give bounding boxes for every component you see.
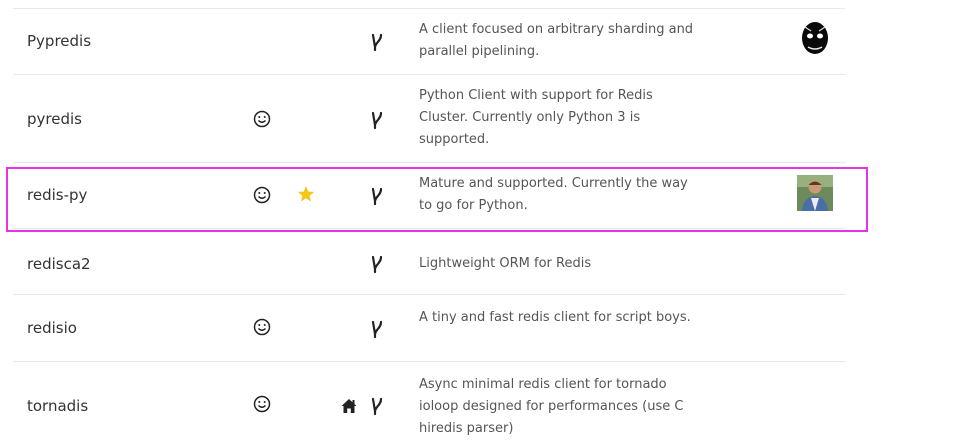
table-row: tornadis Async minimal redis client for … (13, 361, 845, 440)
home-icon[interactable] (341, 398, 357, 414)
smile-icon (253, 110, 271, 128)
client-name[interactable]: tornadis (27, 397, 88, 415)
client-name[interactable]: redis-py (27, 186, 87, 204)
client-description: Lightweight ORM for Redis (419, 256, 592, 271)
smile-icon (253, 318, 271, 336)
table-row: redisio A tiny and fast redis client for… (13, 294, 845, 361)
client-description: A client focused on arbitrary sharding a… (419, 22, 694, 59)
fork-icon[interactable] (370, 255, 384, 273)
client-description: Mature and supported. Currently the way … (419, 176, 688, 213)
table-row: pyredis Python Client with support for R… (13, 74, 845, 162)
avatar[interactable] (797, 175, 833, 211)
client-description: Async minimal redis client for tornado i… (419, 377, 684, 436)
client-description: A tiny and fast redis client for script … (419, 310, 691, 325)
client-name[interactable]: pyredis (27, 110, 82, 128)
avatar[interactable] (797, 21, 833, 57)
smile-icon (253, 395, 271, 413)
client-name[interactable]: redisca2 (27, 255, 91, 273)
fork-icon[interactable] (370, 397, 384, 415)
smile-icon (253, 186, 271, 204)
client-name[interactable]: Pypredis (27, 32, 91, 50)
table-row: redis-py Mature and supported. Currently… (13, 162, 845, 228)
fork-icon[interactable] (370, 320, 384, 338)
table-row: redisca2 Lightweight ORM for Redis (13, 228, 845, 294)
table-row: Pypredis A client focused on arbitrary s… (13, 8, 845, 74)
fork-icon[interactable] (370, 187, 384, 205)
star-icon (297, 186, 315, 202)
client-name[interactable]: redisio (27, 319, 77, 337)
fork-icon[interactable] (370, 111, 384, 129)
client-description: Python Client with support for Redis Clu… (419, 88, 653, 147)
clients-table: Pypredis A client focused on arbitrary s… (0, 0, 969, 440)
fork-icon[interactable] (370, 33, 384, 51)
